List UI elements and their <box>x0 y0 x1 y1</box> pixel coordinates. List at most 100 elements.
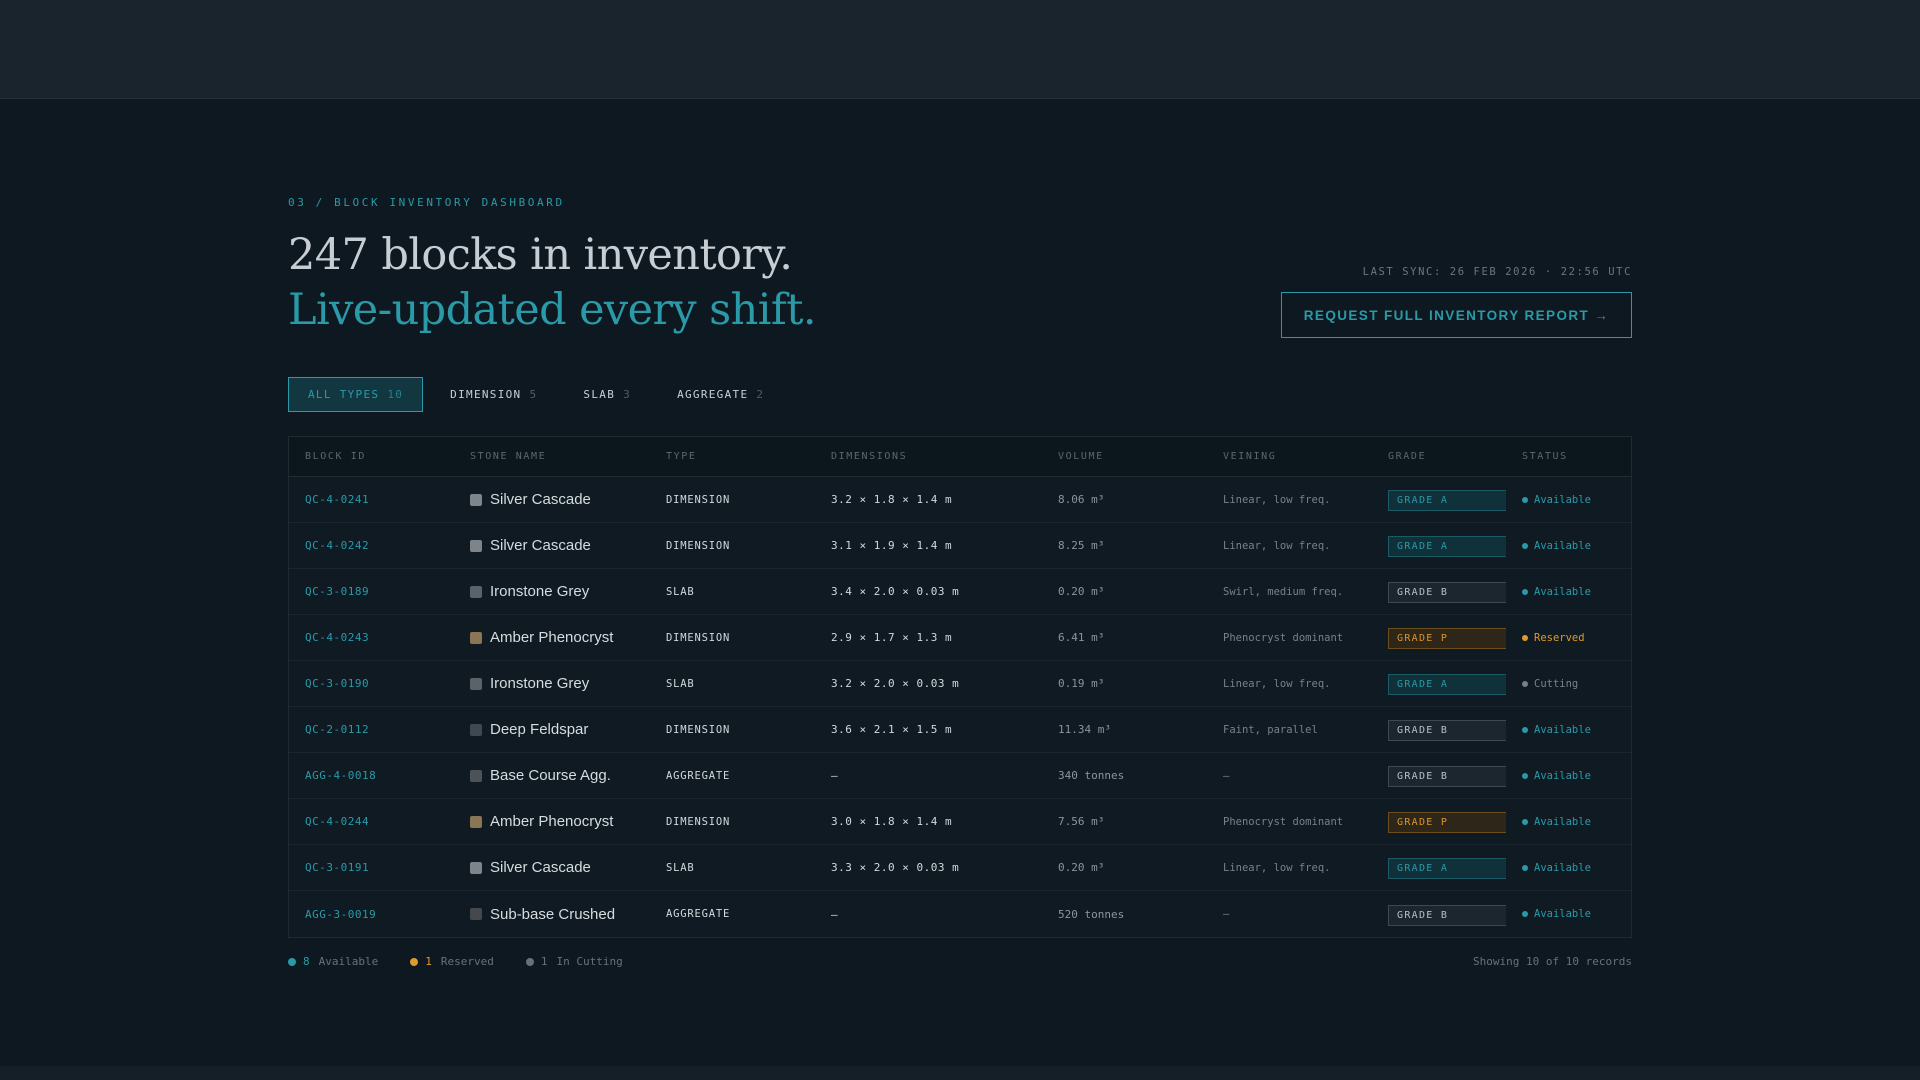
tab-count: 10 <box>387 388 404 401</box>
tab-dimension[interactable]: DIMENSION 5 <box>431 377 556 412</box>
status-dot-icon <box>1522 634 1528 641</box>
block-id-link[interactable]: QC-3-0190 <box>289 677 454 690</box>
block-id-link[interactable]: QC-4-0243 <box>289 631 454 644</box>
table-row[interactable]: QC-4-0244 Amber Phenocryst DIMENSION 3.0 × … <box>289 799 1631 845</box>
reserved-dot-icon <box>410 957 419 966</box>
status-label: Reserved <box>1534 631 1585 644</box>
status-label: Available <box>1534 908 1591 920</box>
stone-swatch-icon <box>470 585 482 598</box>
block-id-link[interactable]: AGG-3-0019 <box>289 908 454 921</box>
stone-name: Sub-base Crushed <box>490 905 616 923</box>
type-cell: AGGREGATE <box>666 769 731 782</box>
request-report-button[interactable]: REQUEST FULL INVENTORY REPORT → <box>1281 292 1632 338</box>
stone-name-cell: Amber Phenocryst <box>454 629 650 646</box>
veining-cell: Linear, low freq. <box>1223 493 1331 506</box>
table-row[interactable]: AGG-4-0018 Base Course Agg. AGGREGATE — 340 … <box>289 753 1631 799</box>
column-header-status[interactable]: STATUS <box>1506 451 1632 462</box>
table-header: BLOCK ID STONE NAME TYPE DIMENSIONS VOLU… <box>289 437 1631 477</box>
tab-slab[interactable]: SLAB 3 <box>564 377 650 412</box>
tab-label: ALL TYPES <box>308 388 380 401</box>
table-row[interactable]: QC-4-0242 Silver Cascade DIMENSION 3.1 × 1.… <box>289 523 1631 569</box>
type-cell: DIMENSION <box>666 815 731 828</box>
volume-cell: 11.34 m³ <box>1058 723 1111 736</box>
type-cell: SLAB <box>666 677 695 690</box>
table-row[interactable]: QC-4-0243 Amber Phenocryst DIMENSION 2.9 × … <box>289 615 1631 661</box>
dimensions-cell: 3.3 × 2.0 × 0.03 m <box>831 861 960 874</box>
stone-name-cell: Ironstone Grey <box>454 583 650 600</box>
block-id-link[interactable]: QC-4-0244 <box>289 815 454 828</box>
status-cell: Available <box>1506 494 1632 506</box>
grade-cell: GRADE A <box>1372 488 1506 511</box>
column-header-volume[interactable]: VOLUME <box>1042 451 1207 462</box>
volume-cell: 6.41 m³ <box>1058 631 1105 644</box>
block-id-link[interactable]: QC-4-0241 <box>289 493 454 506</box>
type-cell: DIMENSION <box>666 723 731 736</box>
column-header-block-id[interactable]: BLOCK ID <box>289 451 454 462</box>
stone-name: Amber Phenocryst <box>490 629 614 646</box>
veining-cell: Swirl, medium freq. <box>1223 585 1344 598</box>
status-label: Cutting <box>1534 677 1579 690</box>
table-row[interactable]: QC-3-0191 Silver Cascade SLAB 3.3 × 2.0 × 0… <box>289 845 1631 891</box>
type-cell: AGGREGATE <box>666 908 731 920</box>
legend-available-label: Available <box>318 955 379 968</box>
headline-line-1: 247 blocks in inventory. <box>288 230 793 280</box>
veining-cell: Linear, low freq. <box>1223 677 1331 690</box>
table-row[interactable]: QC-3-0190 Ironstone Grey SLAB 3.2 × 2.0 × 0… <box>289 661 1631 707</box>
available-dot-icon <box>288 957 296 966</box>
status-label: Available <box>1534 585 1591 598</box>
headline-line-2: Live-updated every shift. <box>288 285 817 335</box>
block-id-link[interactable]: QC-3-0191 <box>289 861 454 874</box>
status-cell: Available <box>1506 586 1632 598</box>
table-row[interactable]: QC-2-0112 Deep Feldspar DIMENSION 3.6 × 2.1… <box>289 707 1631 753</box>
block-id-link[interactable]: QC-4-0242 <box>289 539 454 552</box>
status-dot-icon <box>1522 542 1528 549</box>
status-cell: Available <box>1506 862 1632 874</box>
grade-badge: GRADE P <box>1388 628 1506 649</box>
status-cell: Available <box>1506 816 1632 828</box>
status-dot-icon <box>1522 588 1528 595</box>
status-legend: 8 Available 1 Reserved 1 In Cutting <box>288 955 623 968</box>
volume-cell: 340 tonnes <box>1058 769 1125 782</box>
stone-swatch-icon <box>470 908 482 920</box>
volume-cell: 0.20 m³ <box>1058 585 1105 598</box>
volume-cell: 8.25 m³ <box>1058 539 1105 552</box>
grade-badge: GRADE A <box>1388 536 1506 557</box>
stone-name: Deep Feldspar <box>490 721 589 738</box>
status-cell: Available <box>1506 724 1632 736</box>
top-bar <box>0 0 1920 99</box>
column-header-dimensions[interactable]: DIMENSIONS <box>815 451 1042 462</box>
grade-cell: GRADE B <box>1372 903 1506 926</box>
status-label: Available <box>1534 815 1591 828</box>
column-header-grade[interactable]: GRADE <box>1372 451 1506 462</box>
dimensions-cell: — <box>831 769 839 782</box>
table-row[interactable]: QC-3-0189 Ironstone Grey SLAB 3.4 × 2.0 × 0… <box>289 569 1631 615</box>
section-eyebrow: 03 / BLOCK INVENTORY DASHBOARD <box>288 196 565 209</box>
column-header-type[interactable]: TYPE <box>650 451 815 462</box>
status-cell: Available <box>1506 770 1632 782</box>
status-label: Available <box>1534 723 1591 736</box>
stone-swatch-icon <box>470 631 482 644</box>
block-id-link[interactable]: QC-3-0189 <box>289 585 454 598</box>
stone-name: Base Course Agg. <box>490 767 611 784</box>
column-header-stone-name[interactable]: STONE NAME <box>454 451 650 462</box>
status-dot-icon <box>1522 911 1528 917</box>
legend-cutting-label: In Cutting <box>556 955 623 968</box>
veining-cell: Linear, low freq. <box>1223 861 1331 874</box>
table-row[interactable]: QC-4-0241 Silver Cascade DIMENSION 3.2 × 1.… <box>289 477 1631 523</box>
dimensions-cell: — <box>831 907 839 921</box>
tab-aggregate[interactable]: AGGREGATE 2 <box>658 377 783 412</box>
grade-cell: GRADE B <box>1372 764 1506 787</box>
tab-label: SLAB <box>583 388 616 401</box>
stone-name: Silver Cascade <box>490 859 591 876</box>
dimensions-cell: 2.9 × 1.7 × 1.3 m <box>831 631 953 644</box>
tab-all-types[interactable]: ALL TYPES 10 <box>288 377 424 412</box>
status-dot-icon <box>1522 496 1528 503</box>
table-row[interactable]: AGG-3-0019 Sub-base Crushed AGGREGATE — 520 … <box>289 891 1631 937</box>
column-header-veining[interactable]: VEINING <box>1207 451 1372 462</box>
veining-cell: — <box>1223 769 1230 782</box>
block-id-link[interactable]: AGG-4-0018 <box>289 769 454 782</box>
records-count: Showing 10 of 10 records <box>1473 955 1632 968</box>
stone-swatch-icon <box>470 815 482 828</box>
block-id-link[interactable]: QC-2-0112 <box>289 723 454 736</box>
volume-cell: 0.20 m³ <box>1058 861 1105 874</box>
